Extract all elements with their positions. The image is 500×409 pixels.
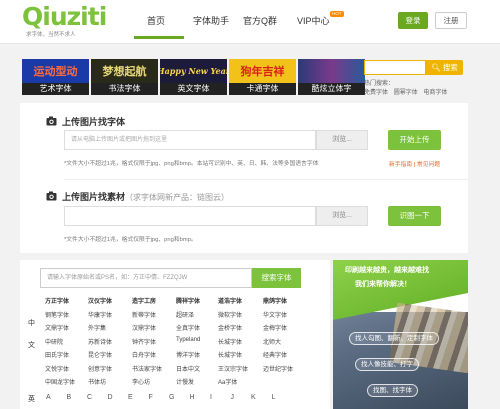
upload-asset-title-text: 上传图片找素材 xyxy=(62,192,126,202)
hot-search-links: 免费字体 圆幂字体 电商字体 xyxy=(364,87,451,96)
alphabet-letter[interactable]: B xyxy=(67,394,72,401)
nav-home[interactable]: 首页 xyxy=(147,14,165,27)
asset-note: *文件大小不超过1兆，格式仅限于jpg、png和bmp。 xyxy=(64,237,197,243)
font-name-search-input[interactable]: 请输入字体原始名或PS名，如：方正中倩、FZZQJW xyxy=(40,268,252,288)
logo-text: Qiuziti xyxy=(22,2,107,31)
font-brand-link[interactable]: 金梅字体 xyxy=(263,323,321,332)
search-input[interactable] xyxy=(364,60,426,75)
alphabet-letter[interactable]: F xyxy=(149,394,153,401)
upload-image-title: 上传图片找字体 xyxy=(62,117,126,127)
promo-pill: 找图、找字体 xyxy=(367,384,418,397)
english-label: 英 xyxy=(28,396,35,403)
browse-button[interactable]: 浏览... xyxy=(316,130,368,150)
category-label: 卡通字体 xyxy=(229,83,296,95)
search-icon: 🔍︎ xyxy=(431,63,441,72)
nav-active-indicator xyxy=(134,36,184,39)
search-button[interactable]: 🔍︎ 搜索 xyxy=(426,60,463,75)
font-search-button[interactable]: 搜索字体 xyxy=(252,268,301,288)
font-brand-link[interactable]: 华文字体 xyxy=(263,310,321,319)
promo-pill: 找人像技能、打字 xyxy=(355,358,419,371)
asset-browse-button[interactable]: 浏览... xyxy=(316,206,368,226)
chinese-label-1: 中 xyxy=(28,320,35,327)
image-file-input[interactable]: 请从电脑上传图片或把图片拖到这里 xyxy=(64,130,316,150)
promo-line-2: 我们来帮你解决！ xyxy=(355,281,411,288)
vip-hot-badge: HOT xyxy=(330,11,344,17)
asset-file-input[interactable] xyxy=(64,206,316,226)
font-brand-link[interactable]: 北师大 xyxy=(263,337,321,346)
font-brand-link[interactable]: 经典字体 xyxy=(263,350,321,359)
upload-note: *文件大小不超过1兆，格式仅限于jpg、png和bmp。本站可识别中、英、日、韩… xyxy=(64,161,319,167)
register-button[interactable]: 注册 xyxy=(435,12,467,29)
alphabet-letter[interactable]: L xyxy=(272,394,276,401)
category-english-fonts[interactable]: Happy New Year 英文字体 xyxy=(160,59,227,95)
asset-search-button[interactable]: 识图一下 xyxy=(388,206,441,226)
hot-search-label: 热门搜索： xyxy=(364,81,395,87)
category-3d-fonts[interactable]: 酷炫立体字 xyxy=(298,59,365,95)
font-brand-link[interactable]: 鼎鸽字体 xyxy=(263,296,321,305)
font-brand-link[interactable]: 迈世纪字体 xyxy=(263,364,321,373)
alphabet-letter[interactable]: K xyxy=(251,394,256,401)
alphabet-letter[interactable]: G xyxy=(169,394,174,401)
nav-vip-center[interactable]: VIP中心 xyxy=(297,14,330,27)
alphabet-letter[interactable]: C xyxy=(87,394,92,401)
camera-icon xyxy=(46,191,57,201)
category-art-fonts[interactable]: 运动型动 艺术字体 xyxy=(22,59,89,95)
alphabet-letter[interactable]: D xyxy=(108,394,113,401)
site-header: Qiuziti 求字体，当然不求人 首页 字体助手 官方Q群 VIP中心 HOT… xyxy=(0,0,500,44)
category-art-image: Happy New Year xyxy=(160,59,227,83)
nav-font-assistant[interactable]: 字体助手 xyxy=(193,14,229,27)
category-cartoon-fonts[interactable]: 狗年吉祥 卡通字体 xyxy=(229,59,296,95)
nav-official-qq-group[interactable]: 官方Q群 xyxy=(243,14,277,27)
category-art-image: 运动型动 xyxy=(22,59,89,83)
hot-link[interactable]: 免费字体 xyxy=(364,90,388,96)
promo-line-1: 印刷越来越贵，越来越难找 xyxy=(345,267,429,274)
upload-asset-subtitle: （求字体网新产品：链图云） xyxy=(125,193,230,202)
promo-banner[interactable]: 印刷越来越贵，越来越难找 我们来帮你解决！ 找人勾图、翻新、定制字体 找人像技能… xyxy=(333,260,468,409)
start-upload-button[interactable]: 开始上传 xyxy=(388,130,441,150)
category-calligraphy-fonts[interactable]: 梦想起航 书法字体 xyxy=(91,59,158,95)
chinese-label-2: 文 xyxy=(28,342,35,349)
site-logo[interactable]: Qiuziti 求字体，当然不求人 xyxy=(22,4,112,40)
alphabet-letter[interactable]: E xyxy=(128,394,133,401)
category-art-image: 狗年吉祥 xyxy=(229,59,296,83)
camera-icon xyxy=(46,116,57,126)
promo-pill: 找人勾图、翻新、定制字体 xyxy=(349,332,439,345)
category-art-image: 梦想起航 xyxy=(91,59,158,83)
hot-link[interactable]: 电商字体 xyxy=(423,90,447,96)
font-directory-panel: 请输入字体原始名或PS名，如：方正中倩、FZZQJW 搜索字体 中 文 英 方正… xyxy=(20,260,330,409)
section-divider xyxy=(64,179,468,180)
category-label: 英文字体 xyxy=(160,83,227,95)
search-button-label: 搜索 xyxy=(442,63,458,72)
alphabet-letter[interactable]: H xyxy=(190,394,195,401)
category-label: 艺术字体 xyxy=(22,83,89,95)
hot-link[interactable]: 圆幂字体 xyxy=(394,90,418,96)
category-art-image xyxy=(298,59,365,83)
alphabet-letter[interactable]: A xyxy=(46,394,51,401)
login-button[interactable]: 登录 xyxy=(398,12,428,29)
font-brand-link[interactable]: Aa字体 xyxy=(218,377,276,386)
upload-panel: 上传图片找字体 请从电脑上传图片或把图片拖到这里 浏览... 开始上传 *文件大… xyxy=(20,103,468,253)
logo-slogan: 求字体，当然不求人 xyxy=(26,32,76,38)
category-label: 酷炫立体字 xyxy=(298,83,365,95)
alphabet-letter[interactable]: J xyxy=(231,394,235,401)
category-label: 书法字体 xyxy=(91,83,158,95)
upload-asset-title: 上传图片找素材（求字体网新产品：链图云） xyxy=(62,190,229,203)
alphabet-letter[interactable]: I xyxy=(210,394,212,401)
help-links[interactable]: 新手指南 | 常见问题 xyxy=(389,159,440,168)
